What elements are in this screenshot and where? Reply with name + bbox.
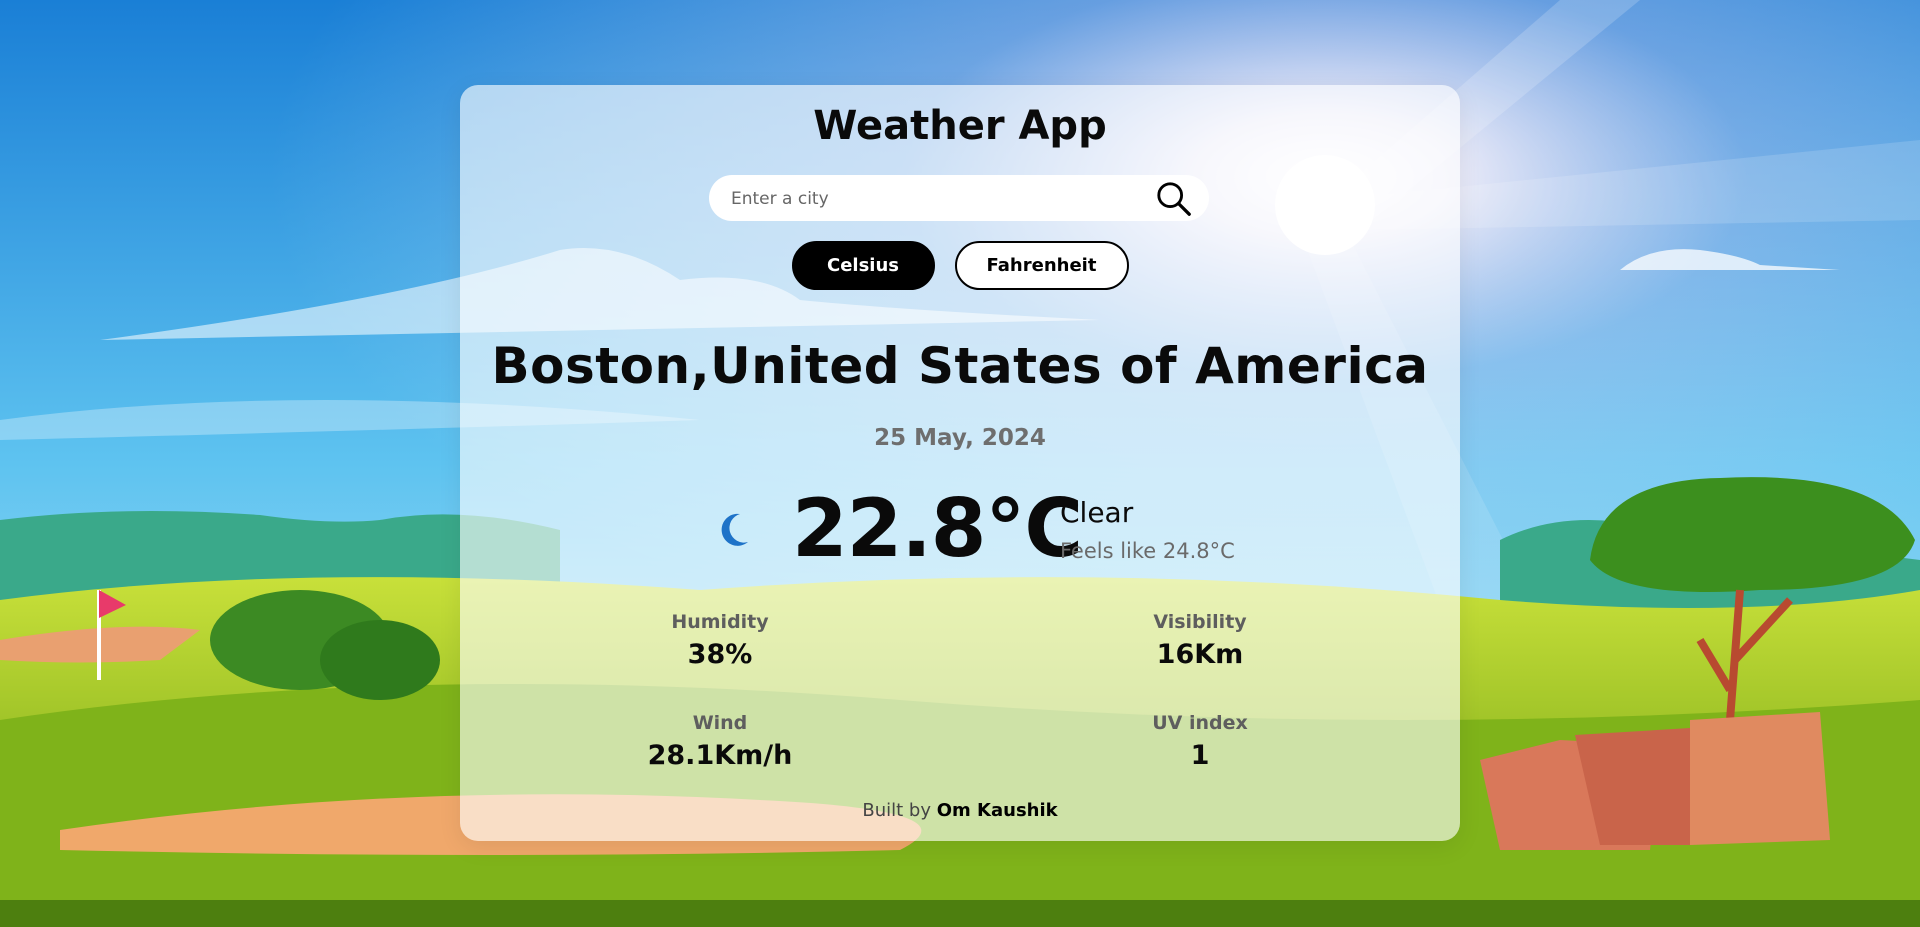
- app-title: Weather App: [813, 103, 1107, 149]
- humidity-label: Humidity: [671, 611, 769, 633]
- search-icon[interactable]: [1155, 180, 1193, 218]
- feels-like: Feels like 24.8°C: [1060, 539, 1235, 563]
- wind-metric: Wind 28.1Km/h: [610, 712, 830, 771]
- crescent-moon-icon: [721, 513, 748, 546]
- wind-value: 28.1Km/h: [647, 740, 793, 771]
- visibility-label: Visibility: [1153, 611, 1247, 633]
- location-name: Boston,United States of America: [491, 337, 1429, 395]
- footer-prefix: Built by: [862, 800, 931, 821]
- visibility-metric: Visibility 16Km: [1090, 611, 1310, 670]
- fahrenheit-button[interactable]: Fahrenheit: [954, 241, 1129, 290]
- uv-label: UV index: [1152, 712, 1248, 734]
- unit-toggle: Celsius Fahrenheit: [460, 241, 1460, 290]
- humidity-metric: Humidity 38%: [610, 611, 830, 670]
- uv-value: 1: [1190, 740, 1210, 771]
- temperature: 22.8°C: [792, 482, 1083, 575]
- search-bar: [709, 175, 1209, 223]
- current-date: 25 May, 2024: [874, 425, 1046, 451]
- search-input[interactable]: [729, 175, 1133, 223]
- weather-card: Weather App Celsius Fahrenheit Boston,Un…: [460, 85, 1460, 841]
- footer-author-link[interactable]: Om Kaushik: [937, 800, 1058, 821]
- visibility-value: 16Km: [1156, 639, 1244, 670]
- humidity-value: 38%: [687, 639, 753, 670]
- wind-label: Wind: [692, 712, 748, 734]
- weather-condition: Clear: [1060, 496, 1134, 529]
- uv-metric: UV index 1: [1090, 712, 1310, 771]
- footer-credit: Built by Om Kaushik: [460, 800, 1460, 821]
- celsius-button[interactable]: Celsius: [791, 241, 935, 290]
